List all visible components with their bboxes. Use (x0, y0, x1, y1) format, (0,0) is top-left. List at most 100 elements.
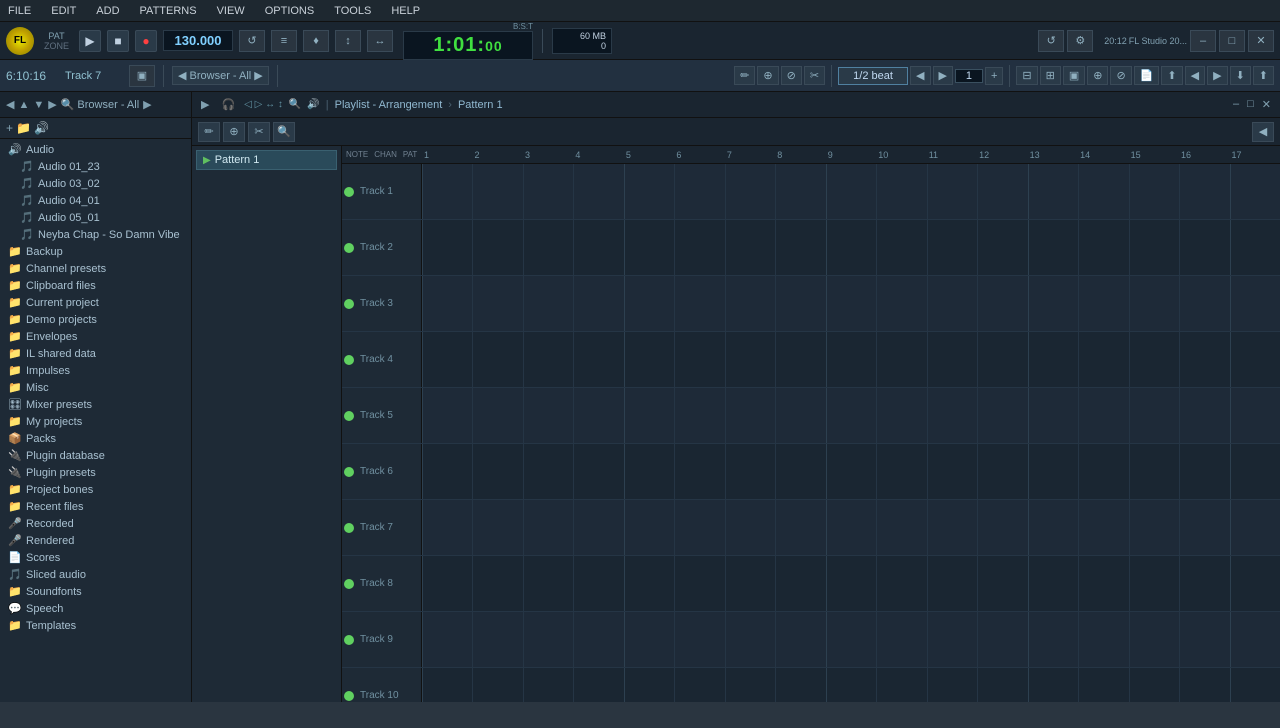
browser-item-il-shared-data[interactable]: 📁IL shared data (0, 345, 191, 362)
browser-up[interactable]: ▲ (18, 99, 29, 111)
play-button[interactable]: ▶ (79, 30, 101, 52)
select-tool[interactable]: ⊕ (757, 66, 778, 85)
plt-zoom[interactable]: 🔍 (273, 122, 295, 142)
playlist-zoom-in[interactable]: ⊞ (1040, 66, 1061, 85)
browser-item-plugin-database[interactable]: 🔌Plugin database (0, 447, 191, 464)
track-grid-5[interactable] (422, 388, 1280, 443)
mixer-icon[interactable]: ▣ (129, 65, 155, 87)
browser-item-mixer-presets[interactable]: 🎛Mixer presets (0, 396, 191, 413)
browser-item-channel-presets[interactable]: 📁Channel presets (0, 260, 191, 277)
browser-item-plugin-presets[interactable]: 🔌Plugin presets (0, 464, 191, 481)
beat-prev[interactable]: ◀ (910, 66, 930, 85)
browser-item-templates[interactable]: 📁Templates (0, 617, 191, 634)
browser-down[interactable]: ▼ (33, 99, 44, 111)
menu-tools[interactable]: TOOLS (330, 3, 375, 19)
browser-item-recorded[interactable]: 🎤Recorded (0, 515, 191, 532)
browser-item-clipboard-files[interactable]: 📁Clipboard files (0, 277, 191, 294)
draw-tool[interactable]: ✏ (734, 66, 755, 85)
browser-item-recent-files[interactable]: 📁Recent files (0, 498, 191, 515)
stamp-tool[interactable]: ⊘ (781, 66, 802, 85)
scrollable-tracks[interactable]: Track 1Track 2Track 3Track 4Track 5Track… (342, 164, 1280, 702)
playlist-snap[interactable]: ⊟ (1016, 66, 1037, 85)
browser-search[interactable]: 🔍 Browser - All (61, 98, 139, 111)
close-icon[interactable]: ✕ (1248, 30, 1274, 52)
browser-item-scores[interactable]: 📄Scores (0, 549, 191, 566)
plt-erase[interactable]: ✂ (248, 122, 270, 142)
playlist-play[interactable]: ▶ (198, 97, 212, 112)
playlist-export[interactable]: ⬆ (1253, 66, 1274, 85)
track-grid-2[interactable] (422, 220, 1280, 275)
browser-item-envelopes[interactable]: 📁Envelopes (0, 328, 191, 345)
browser-forward[interactable]: ▶ (48, 98, 56, 111)
cut-tool[interactable]: ✂ (804, 66, 825, 85)
beat-plus[interactable]: + (985, 67, 1003, 85)
browser-right-arr[interactable]: ▶ (143, 98, 151, 111)
playlist-headphone[interactable]: 🎧 (218, 97, 238, 112)
menu-view[interactable]: VIEW (213, 3, 249, 19)
beat-input[interactable] (955, 69, 983, 83)
browser-item-demo-projects[interactable]: 📁Demo projects (0, 311, 191, 328)
browser-item-soundfonts[interactable]: 📁Soundfonts (0, 583, 191, 600)
browser-item-audio-03_02[interactable]: 🎵Audio 03_02 (0, 175, 191, 192)
browser-folder[interactable]: 📁 (16, 121, 31, 135)
playlist-left[interactable]: ◀ (1185, 66, 1205, 85)
browser-item-packs[interactable]: 📦Packs (0, 430, 191, 447)
playlist-zoom-out[interactable]: ▣ (1063, 66, 1085, 85)
menu-edit[interactable]: EDIT (47, 3, 80, 19)
pattern-item-1[interactable]: ▶ Pattern 1 (196, 150, 337, 170)
browser-item-audio[interactable]: 🔊Audio (0, 141, 191, 158)
record-button[interactable]: ● (135, 30, 157, 52)
track-grid-9[interactable] (422, 612, 1280, 667)
playlist-down[interactable]: ⬇ (1230, 66, 1251, 85)
browser-toggle[interactable]: ◀ Browser - All ▶ (172, 66, 269, 85)
track-grid-8[interactable] (422, 556, 1280, 611)
playlist-max[interactable]: □ (1244, 97, 1257, 112)
browser-item-project-bones[interactable]: 📁Project bones (0, 481, 191, 498)
minimize-icon[interactable]: – (1190, 30, 1216, 52)
browser-item-backup[interactable]: 📁Backup (0, 243, 191, 260)
playlist-edit1[interactable]: ⊘ (1110, 66, 1131, 85)
track-grid-7[interactable] (422, 500, 1280, 555)
menu-add[interactable]: ADD (92, 3, 123, 19)
browser-item-sliced-audio[interactable]: 🎵Sliced audio (0, 566, 191, 583)
track-grid-4[interactable] (422, 332, 1280, 387)
track-grid-3[interactable] (422, 276, 1280, 331)
playlist-min[interactable]: – (1230, 97, 1242, 112)
transport-icon-1[interactable]: ↺ (239, 30, 265, 52)
restart-icon[interactable]: ↺ (1038, 30, 1064, 52)
beat-next[interactable]: ▶ (933, 66, 953, 85)
transport-icon-4[interactable]: ↕ (335, 30, 361, 52)
browser-item-audio-04_01[interactable]: 🎵Audio 04_01 (0, 192, 191, 209)
plt-select[interactable]: ⊕ (223, 122, 245, 142)
browser-item-audio-05_01[interactable]: 🎵Audio 05_01 (0, 209, 191, 226)
menu-options[interactable]: OPTIONS (261, 3, 319, 19)
stop-button[interactable]: ■ (107, 30, 129, 52)
menu-patterns[interactable]: PATTERNS (136, 3, 201, 19)
playlist-right[interactable]: ▶ (1207, 66, 1227, 85)
browser-add[interactable]: + (6, 121, 13, 135)
track-grid-6[interactable] (422, 444, 1280, 499)
browser-item-neyba-chap---so-damn-vibe[interactable]: 🎵Neyba Chap - So Damn Vibe (0, 226, 191, 243)
plt-draw[interactable]: ✏ (198, 122, 220, 142)
bpm-display[interactable]: 130.000 (163, 30, 233, 51)
browser-item-speech[interactable]: 💬Speech (0, 600, 191, 617)
browser-item-impulses[interactable]: 📁Impulses (0, 362, 191, 379)
beat-select[interactable]: 1/2 beat (838, 67, 908, 85)
menu-help[interactable]: HELP (387, 3, 424, 19)
browser-item-rendered[interactable]: 🎤Rendered (0, 532, 191, 549)
browser-item-current-project[interactable]: 📁Current project (0, 294, 191, 311)
browser-item-my-projects[interactable]: 📁My projects (0, 413, 191, 430)
plt-scroll-left[interactable]: ◀ (1252, 122, 1274, 142)
track-grid-1[interactable] (422, 164, 1280, 219)
browser-item-audio-01_23[interactable]: 🎵Audio 01_23 (0, 158, 191, 175)
track-grid-10[interactable] (422, 668, 1280, 702)
transport-icon-2[interactable]: ≡ (271, 30, 297, 52)
browser-back[interactable]: ◀ (6, 98, 14, 111)
browser-speaker[interactable]: 🔊 (34, 121, 49, 135)
menu-file[interactable]: FILE (4, 3, 35, 19)
settings-icon[interactable]: ⚙ (1067, 30, 1093, 52)
transport-icon-5[interactable]: ↔ (367, 30, 393, 52)
browser-item-misc[interactable]: 📁Misc (0, 379, 191, 396)
playlist-file[interactable]: 📄 (1134, 66, 1160, 85)
maximize-icon[interactable]: □ (1219, 30, 1245, 52)
